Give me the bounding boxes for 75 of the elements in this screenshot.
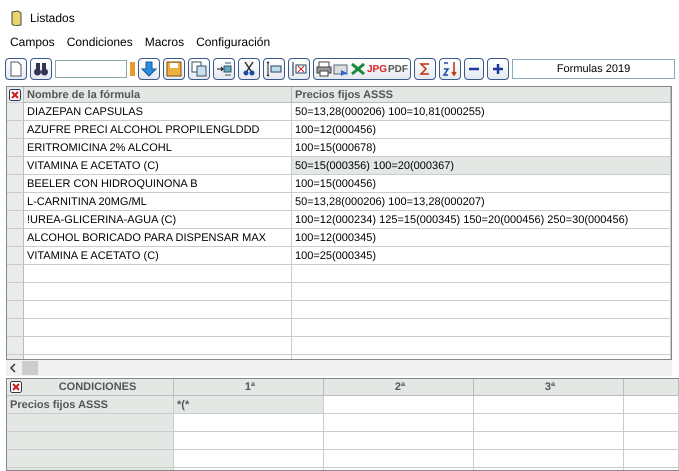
table-cell: ERITROMICINA 2% ALCOHL	[24, 139, 292, 157]
delete-row-button[interactable]	[288, 58, 310, 80]
save-button[interactable]	[163, 58, 185, 80]
table-cell: 100=25(000345)	[292, 247, 671, 265]
column-header[interactable]: Precios fijos ASSS	[292, 87, 671, 103]
page-icon	[8, 61, 24, 77]
table-cell	[624, 432, 679, 450]
table-cell: 100=12(000234) 125=15(000345) 150=20(000456) 250=30(000456)	[292, 211, 671, 229]
table-cell: L-CARNITINA 20MG/ML	[24, 193, 292, 211]
floppy-icon	[166, 61, 182, 77]
copy-icon	[191, 61, 207, 77]
insert-row-button[interactable]	[263, 58, 285, 80]
table-cell: 50=13,28(000206) 100=13,28(000207)	[292, 193, 671, 211]
column-header[interactable]: 3ª	[474, 379, 624, 396]
scrollbar-thumb[interactable]	[22, 361, 38, 375]
binoculars-icon	[33, 61, 49, 77]
table-cell	[624, 450, 679, 468]
sort-button[interactable]	[439, 58, 462, 80]
add-button[interactable]	[487, 58, 510, 80]
menu-item[interactable]: Condiciones	[60, 35, 139, 53]
table-cell: DIAZEPAN CAPSULAS	[24, 103, 292, 121]
preset-field[interactable]: Formulas 2019	[512, 59, 675, 79]
menu-item[interactable]: Campos	[4, 35, 61, 53]
close-icon[interactable]	[9, 88, 21, 100]
remove-button[interactable]	[464, 58, 484, 80]
sum-button[interactable]	[414, 58, 436, 80]
table-cell: !UREA-GLICERINA-AGUA (C)	[24, 211, 292, 229]
window-title: Listados	[30, 10, 75, 24]
marker-icon	[130, 62, 135, 76]
export-button[interactable]: JPGPDF	[313, 58, 412, 80]
document-icon	[11, 10, 22, 26]
table-cell: 100=15(000678)	[292, 139, 671, 157]
scrollbar[interactable]	[6, 360, 672, 376]
close-icon[interactable]	[10, 381, 22, 393]
table-cell	[624, 414, 679, 432]
column-header-text: CONDICIONES	[58, 381, 136, 393]
insert-icon	[216, 61, 232, 77]
row-indicator[interactable]	[7, 87, 24, 103]
copy-button[interactable]	[188, 58, 210, 80]
down-arrow-icon	[141, 61, 157, 77]
table-cell	[624, 396, 679, 414]
down-button[interactable]	[138, 58, 160, 80]
cut-button[interactable]	[238, 58, 260, 80]
printer-icon	[316, 61, 332, 77]
delete-row-icon	[291, 61, 307, 77]
table-cell: 50=13,28(000206) 100=10,81(000255)	[292, 103, 671, 121]
search-field[interactable]	[55, 60, 127, 78]
table-cell: ALCOHOL BORICADO PARA DISPENSAR MAX	[24, 229, 292, 247]
table-cell: *(*	[174, 396, 324, 414]
column-header[interactable]: Nombre de la fórmula	[24, 87, 292, 103]
insert-button[interactable]	[213, 58, 235, 80]
column-header[interactable]: CONDICIONES	[7, 379, 174, 396]
menu-item[interactable]: Configuración	[190, 35, 276, 53]
table-cell: VITAMINA E ACETATO (C)	[24, 247, 292, 265]
table-cell: VITAMINA E ACETATO (C)	[24, 157, 292, 175]
sort-icon	[442, 61, 458, 77]
find-button[interactable]	[30, 58, 52, 80]
table-cell: 100=15(000456)	[292, 175, 671, 193]
column-header[interactable]	[624, 379, 679, 396]
new-button[interactable]	[5, 58, 27, 80]
scissors-icon	[241, 61, 257, 77]
table-cell: 100=12(000456)	[292, 121, 671, 139]
column-header[interactable]: 1ª	[174, 379, 324, 396]
table-cell: 50=15(000356) 100=20(000367)	[292, 157, 671, 175]
minus-icon	[468, 67, 480, 71]
export-format-label: JPG	[367, 64, 388, 74]
menu-item[interactable]: Macros	[138, 35, 190, 53]
table-cell: AZUFRE PRECI ALCOHOL PROPILENGLDDD	[24, 121, 292, 139]
spreadsheet-icon	[350, 61, 366, 77]
export-format-label: PDF	[388, 64, 408, 74]
table-cell: 100=12(000345)	[292, 229, 671, 247]
column-header[interactable]: 2ª	[324, 379, 474, 396]
row-icon	[266, 61, 282, 77]
row-header: Precios fijos ASSS	[7, 396, 174, 414]
table-cell: BEELER CON HIDROQUINONA B	[24, 175, 292, 193]
